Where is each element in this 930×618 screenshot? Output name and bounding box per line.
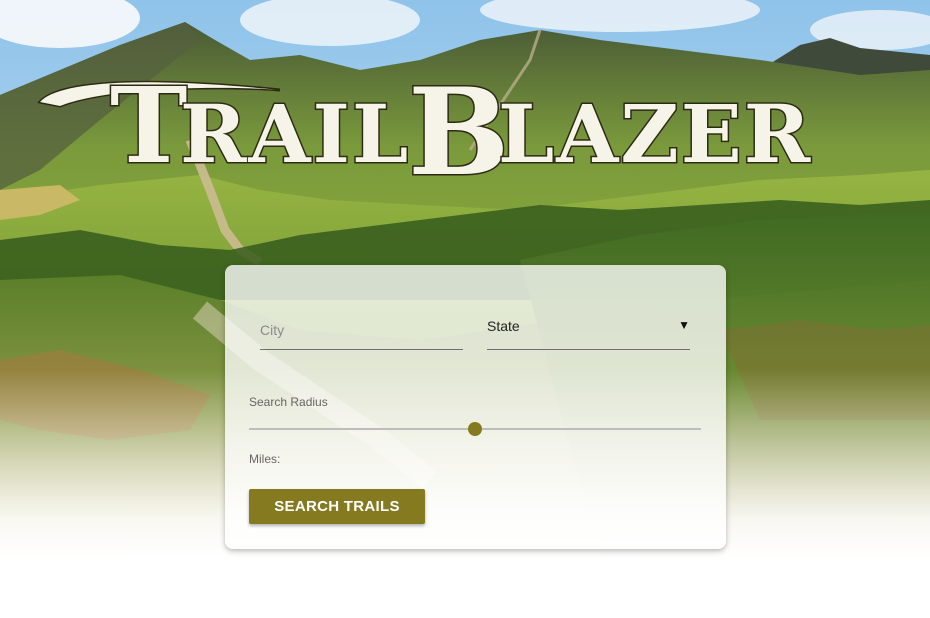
search-trails-button[interactable]: SEARCH TRAILS — [249, 489, 425, 524]
miles-label: Miles: — [249, 452, 281, 466]
svg-text:RAIL: RAIL — [180, 87, 410, 181]
svg-text:B: B — [408, 62, 509, 203]
dropdown-arrow-icon: ▼ — [678, 318, 690, 332]
search-radius-slider[interactable] — [249, 421, 701, 437]
state-select-value: State — [487, 318, 520, 334]
trail-search-card: State ▼ Search Radius Miles: SEARCH TRAI… — [225, 265, 726, 549]
slider-thumb[interactable] — [468, 422, 482, 436]
svg-text:LAZER: LAZER — [498, 87, 812, 181]
city-input[interactable] — [260, 306, 463, 346]
search-radius-label: Search Radius — [249, 395, 328, 409]
svg-text:T: T — [110, 64, 187, 187]
trailblazer-logo: T RAIL B LAZER — [37, 62, 812, 205]
state-select[interactable]: State ▼ — [487, 306, 690, 350]
city-field[interactable] — [260, 306, 463, 350]
